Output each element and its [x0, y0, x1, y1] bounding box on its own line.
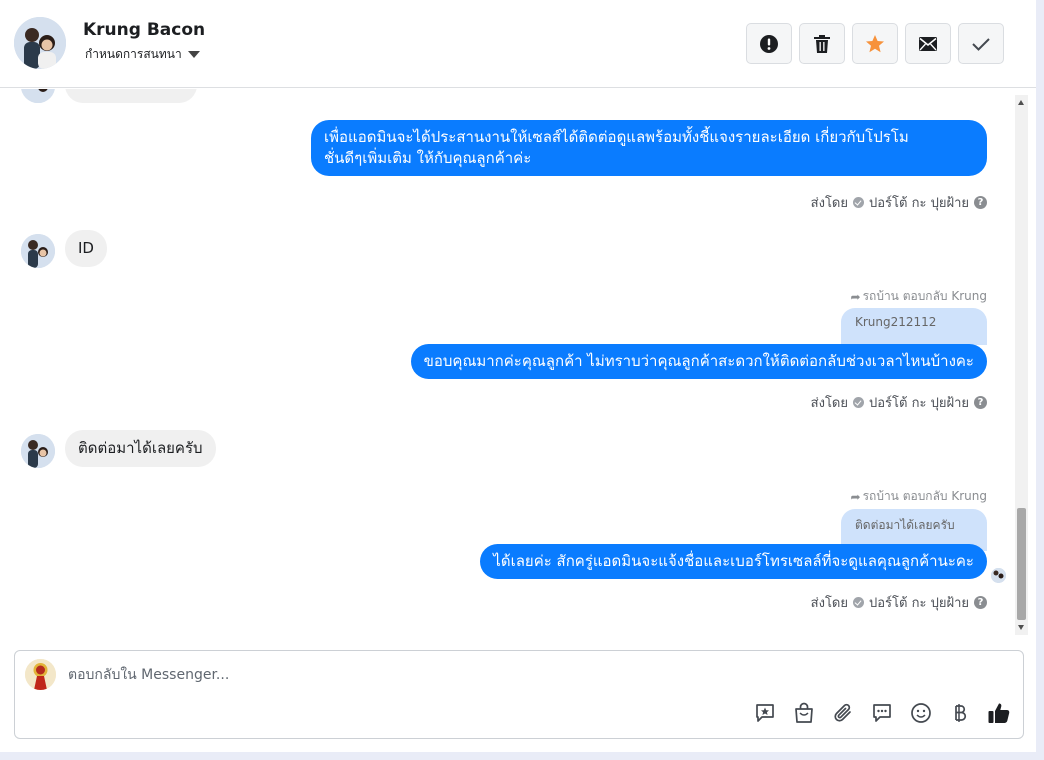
message-line: ชั่นดีๆเพิ่มเติม ให้กับคุณลูกค้าค่ะ [324, 149, 532, 167]
page-avatar [25, 659, 56, 690]
incoming-message [65, 89, 197, 103]
outgoing-message: ได้เลยค่ะ สักครู่แอดมินจะแจ้งชื่อและเบอร… [480, 544, 987, 579]
verified-icon [853, 597, 864, 608]
contact-avatar-small [21, 234, 55, 268]
done-button[interactable] [958, 23, 1004, 64]
sent-by-label: ส่งโดย ปอร์โต้ กะ ปุยฝ้าย ? [811, 192, 987, 213]
sent-by-prefix: ส่งโดย [810, 596, 848, 611]
mark-unread-button[interactable] [905, 23, 951, 64]
envelope-icon [919, 36, 937, 51]
thumbs-up-icon [988, 703, 1010, 723]
shop-button[interactable] [792, 700, 816, 726]
chat-bubble-icon [873, 704, 891, 722]
sent-by-prefix: ส่งโดย [810, 396, 848, 411]
sent-by-agent: ปอร์โต้ กะ ปุยฝ้าย [869, 596, 969, 611]
help-icon[interactable]: ? [974, 196, 987, 209]
sent-by-agent: ปอร์โต้ กะ ปุยฝ้าย [869, 396, 969, 411]
scrollbar-thumb[interactable] [1017, 508, 1026, 620]
star-button[interactable] [852, 23, 898, 64]
conversation-panel: Krung Bacon กำหนดการสนทนา เพื่อแอดมินจะไ… [0, 0, 1036, 752]
delete-button[interactable] [799, 23, 845, 64]
contact-name: Krung Bacon [83, 20, 206, 40]
reply-note-text: รถบ้าน ตอบกลับ Krung [862, 489, 987, 503]
smiley-icon [911, 703, 931, 723]
reply-input[interactable] [68, 663, 968, 687]
contact-avatar-small [21, 89, 55, 103]
header-actions [746, 23, 1004, 64]
star-icon [866, 34, 884, 52]
message-line: เพื่อแอดมินจะได้ประสานงานให้เซลส์ได้ติดต… [324, 128, 909, 146]
chevron-down-icon [187, 51, 200, 58]
spam-button[interactable] [746, 23, 792, 64]
assign-conversation-dropdown[interactable]: กำหนดการสนทนา [85, 45, 200, 64]
quoted-message: Krung212112 [841, 308, 987, 345]
help-icon[interactable]: ? [974, 596, 987, 609]
sent-by-label: ส่งโดย ปอร์โต้ กะ ปุยฝ้าย ? [811, 592, 987, 613]
trash-icon [814, 34, 830, 53]
help-icon[interactable]: ? [974, 396, 987, 409]
reply-composer [14, 650, 1024, 739]
contact-avatar[interactable] [14, 17, 66, 69]
reply-arrow-icon: ➦ [850, 289, 861, 304]
sent-by-agent: ปอร์โต้ กะ ปุยฝ้าย [869, 196, 969, 211]
like-button[interactable] [987, 700, 1011, 726]
contact-avatar-small [21, 434, 55, 468]
message-templates-button[interactable] [870, 700, 894, 726]
message-thread: เพื่อแอดมินจะได้ประสานงานให้เซลส์ได้ติดต… [0, 89, 1036, 636]
composer-toolbar [753, 700, 1011, 726]
paperclip-icon [834, 703, 851, 722]
reply-note: ➦ รถบ้าน ตอบกลับ Krung [851, 287, 987, 306]
conversation-header: Krung Bacon กำหนดการสนทนา [0, 0, 1036, 88]
attach-button[interactable] [831, 700, 855, 726]
incoming-message: ID [65, 230, 107, 267]
baht-icon [955, 704, 967, 722]
outgoing-message: เพื่อแอดมินจะได้ประสานงานให้เซลส์ได้ติดต… [311, 120, 987, 176]
saved-reply-icon [756, 704, 774, 722]
seen-avatar [991, 568, 1006, 583]
check-icon [972, 37, 990, 51]
payment-button[interactable] [948, 700, 972, 726]
sent-by-label: ส่งโดย ปอร์โต้ กะ ปุยฝ้าย ? [811, 392, 987, 413]
incoming-message: ติดต่อมาได้เลยครับ [65, 430, 216, 467]
sent-by-prefix: ส่งโดย [810, 196, 848, 211]
reply-note: ➦ รถบ้าน ตอบกลับ Krung [851, 487, 987, 506]
scroll-up-arrow-icon[interactable] [1018, 100, 1024, 105]
scroll-down-arrow-icon[interactable] [1018, 625, 1024, 630]
alert-circle-icon [760, 34, 778, 53]
shop-bag-icon [795, 702, 813, 723]
emoji-button[interactable] [909, 700, 933, 726]
scrollbar[interactable] [1015, 95, 1028, 635]
reply-arrow-icon: ➦ [850, 489, 861, 504]
assign-label: กำหนดการสนทนา [85, 47, 182, 61]
verified-icon [853, 397, 864, 408]
reply-note-text: รถบ้าน ตอบกลับ Krung [862, 289, 987, 303]
outgoing-message: ขอบคุณมากค่ะคุณลูกค้า ไม่ทราบว่าคุณลูกค้… [410, 344, 987, 379]
verified-icon [853, 197, 864, 208]
saved-reply-button[interactable] [753, 700, 777, 726]
